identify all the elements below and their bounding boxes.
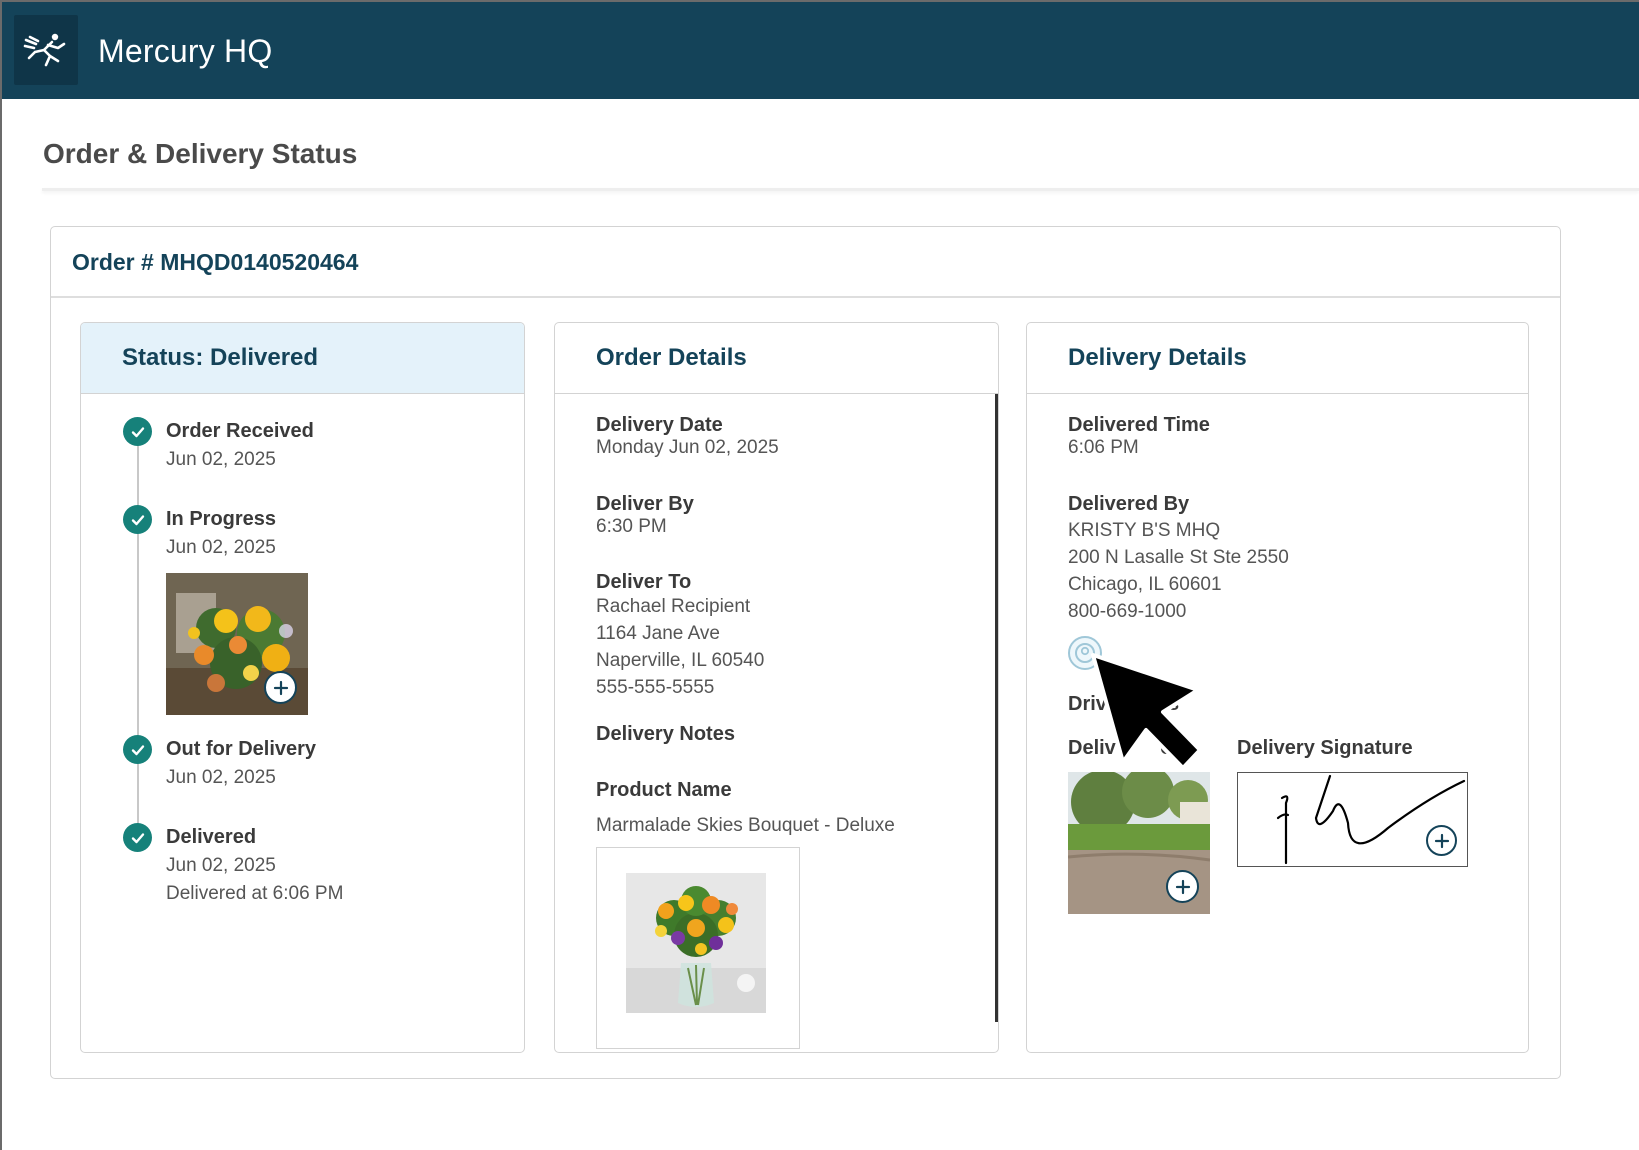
app-header: Mercury HQ xyxy=(2,2,1639,99)
delivered-time-label: Delivered Time xyxy=(1068,414,1210,436)
order-details-header: Order Details xyxy=(555,323,998,394)
delivery-photo[interactable] xyxy=(1068,772,1210,914)
step-date: Jun 02, 2025 xyxy=(166,855,276,876)
check-icon xyxy=(123,823,152,852)
step-label: Delivered xyxy=(166,826,257,848)
timeline-line xyxy=(137,423,139,833)
step-date: Jun 02, 2025 xyxy=(166,537,276,558)
step-date: Jun 02, 2025 xyxy=(166,449,276,470)
check-icon xyxy=(123,505,152,534)
recipient-city: Naperville, IL 60540 xyxy=(596,650,765,671)
expand-photo-icon[interactable] xyxy=(1166,870,1199,903)
shop-name: KRISTY B'S MHQ xyxy=(1068,520,1221,541)
status-panel-header: Status: Delivered xyxy=(81,323,524,394)
order-number: Order # MHQD0140520464 xyxy=(72,249,359,275)
deliver-by-label: Deliver By xyxy=(596,493,694,515)
expand-signature-icon[interactable] xyxy=(1426,825,1457,856)
recipient-phone: 555-555-5555 xyxy=(596,677,715,698)
delivery-date-label: Delivery Date xyxy=(596,414,723,436)
delivery-date-value: Monday Jun 02, 2025 xyxy=(596,437,779,458)
delivery-notes-label: Delivery Notes xyxy=(596,723,735,745)
shop-phone: 800-669-1000 xyxy=(1068,601,1187,622)
status-title: Status: Delivered xyxy=(122,344,319,371)
mouse-pointer-icon xyxy=(1088,650,1218,790)
delivered-time-value: 6:06 PM xyxy=(1068,437,1139,458)
delivery-signature[interactable] xyxy=(1237,772,1468,867)
step-label: In Progress xyxy=(166,508,277,530)
shop-street: 200 N Lasalle St Ste 2550 xyxy=(1068,547,1289,568)
check-icon xyxy=(123,417,152,446)
recipient-name: Rachael Recipient xyxy=(596,596,751,617)
divider xyxy=(42,188,1639,191)
app-title: Mercury HQ xyxy=(98,33,273,69)
delivery-details-header: Delivery Details xyxy=(1027,323,1528,394)
step-label: Out for Delivery xyxy=(166,738,317,760)
expand-photo-icon[interactable] xyxy=(264,671,297,704)
deliver-to-label: Deliver To xyxy=(596,571,692,593)
check-icon xyxy=(123,735,152,764)
step-note: Delivered at 6:06 PM xyxy=(166,883,344,904)
delivered-by-label: Delivered By xyxy=(1068,493,1190,515)
order-details-title: Order Details xyxy=(596,344,747,371)
recipient-street: 1164 Jane Ave xyxy=(596,623,720,644)
step-date: Jun 02, 2025 xyxy=(166,767,276,788)
deliver-by-value: 6:30 PM xyxy=(596,516,667,537)
delivery-signature-label: Delivery Signature xyxy=(1237,737,1413,759)
mercury-runner-icon[interactable] xyxy=(14,15,78,85)
step-label: Order Received xyxy=(166,420,314,442)
divider xyxy=(51,296,1560,298)
order-details-panel: Order Details Delivery Date Monday Jun 0… xyxy=(554,322,999,1053)
status-panel: Status: Delivered Order Received Jun 02,… xyxy=(80,322,525,1053)
delivery-details-title: Delivery Details xyxy=(1068,344,1247,371)
scrollbar[interactable] xyxy=(995,394,998,1022)
product-image[interactable] xyxy=(596,847,800,1049)
page-title: Order & Delivery Status xyxy=(43,138,358,169)
product-name-label: Product Name xyxy=(596,779,732,801)
product-name-value: Marmalade Skies Bouquet - Deluxe xyxy=(596,815,895,836)
in-progress-photo[interactable] xyxy=(166,573,308,715)
shop-city: Chicago, IL 60601 xyxy=(1068,574,1222,595)
